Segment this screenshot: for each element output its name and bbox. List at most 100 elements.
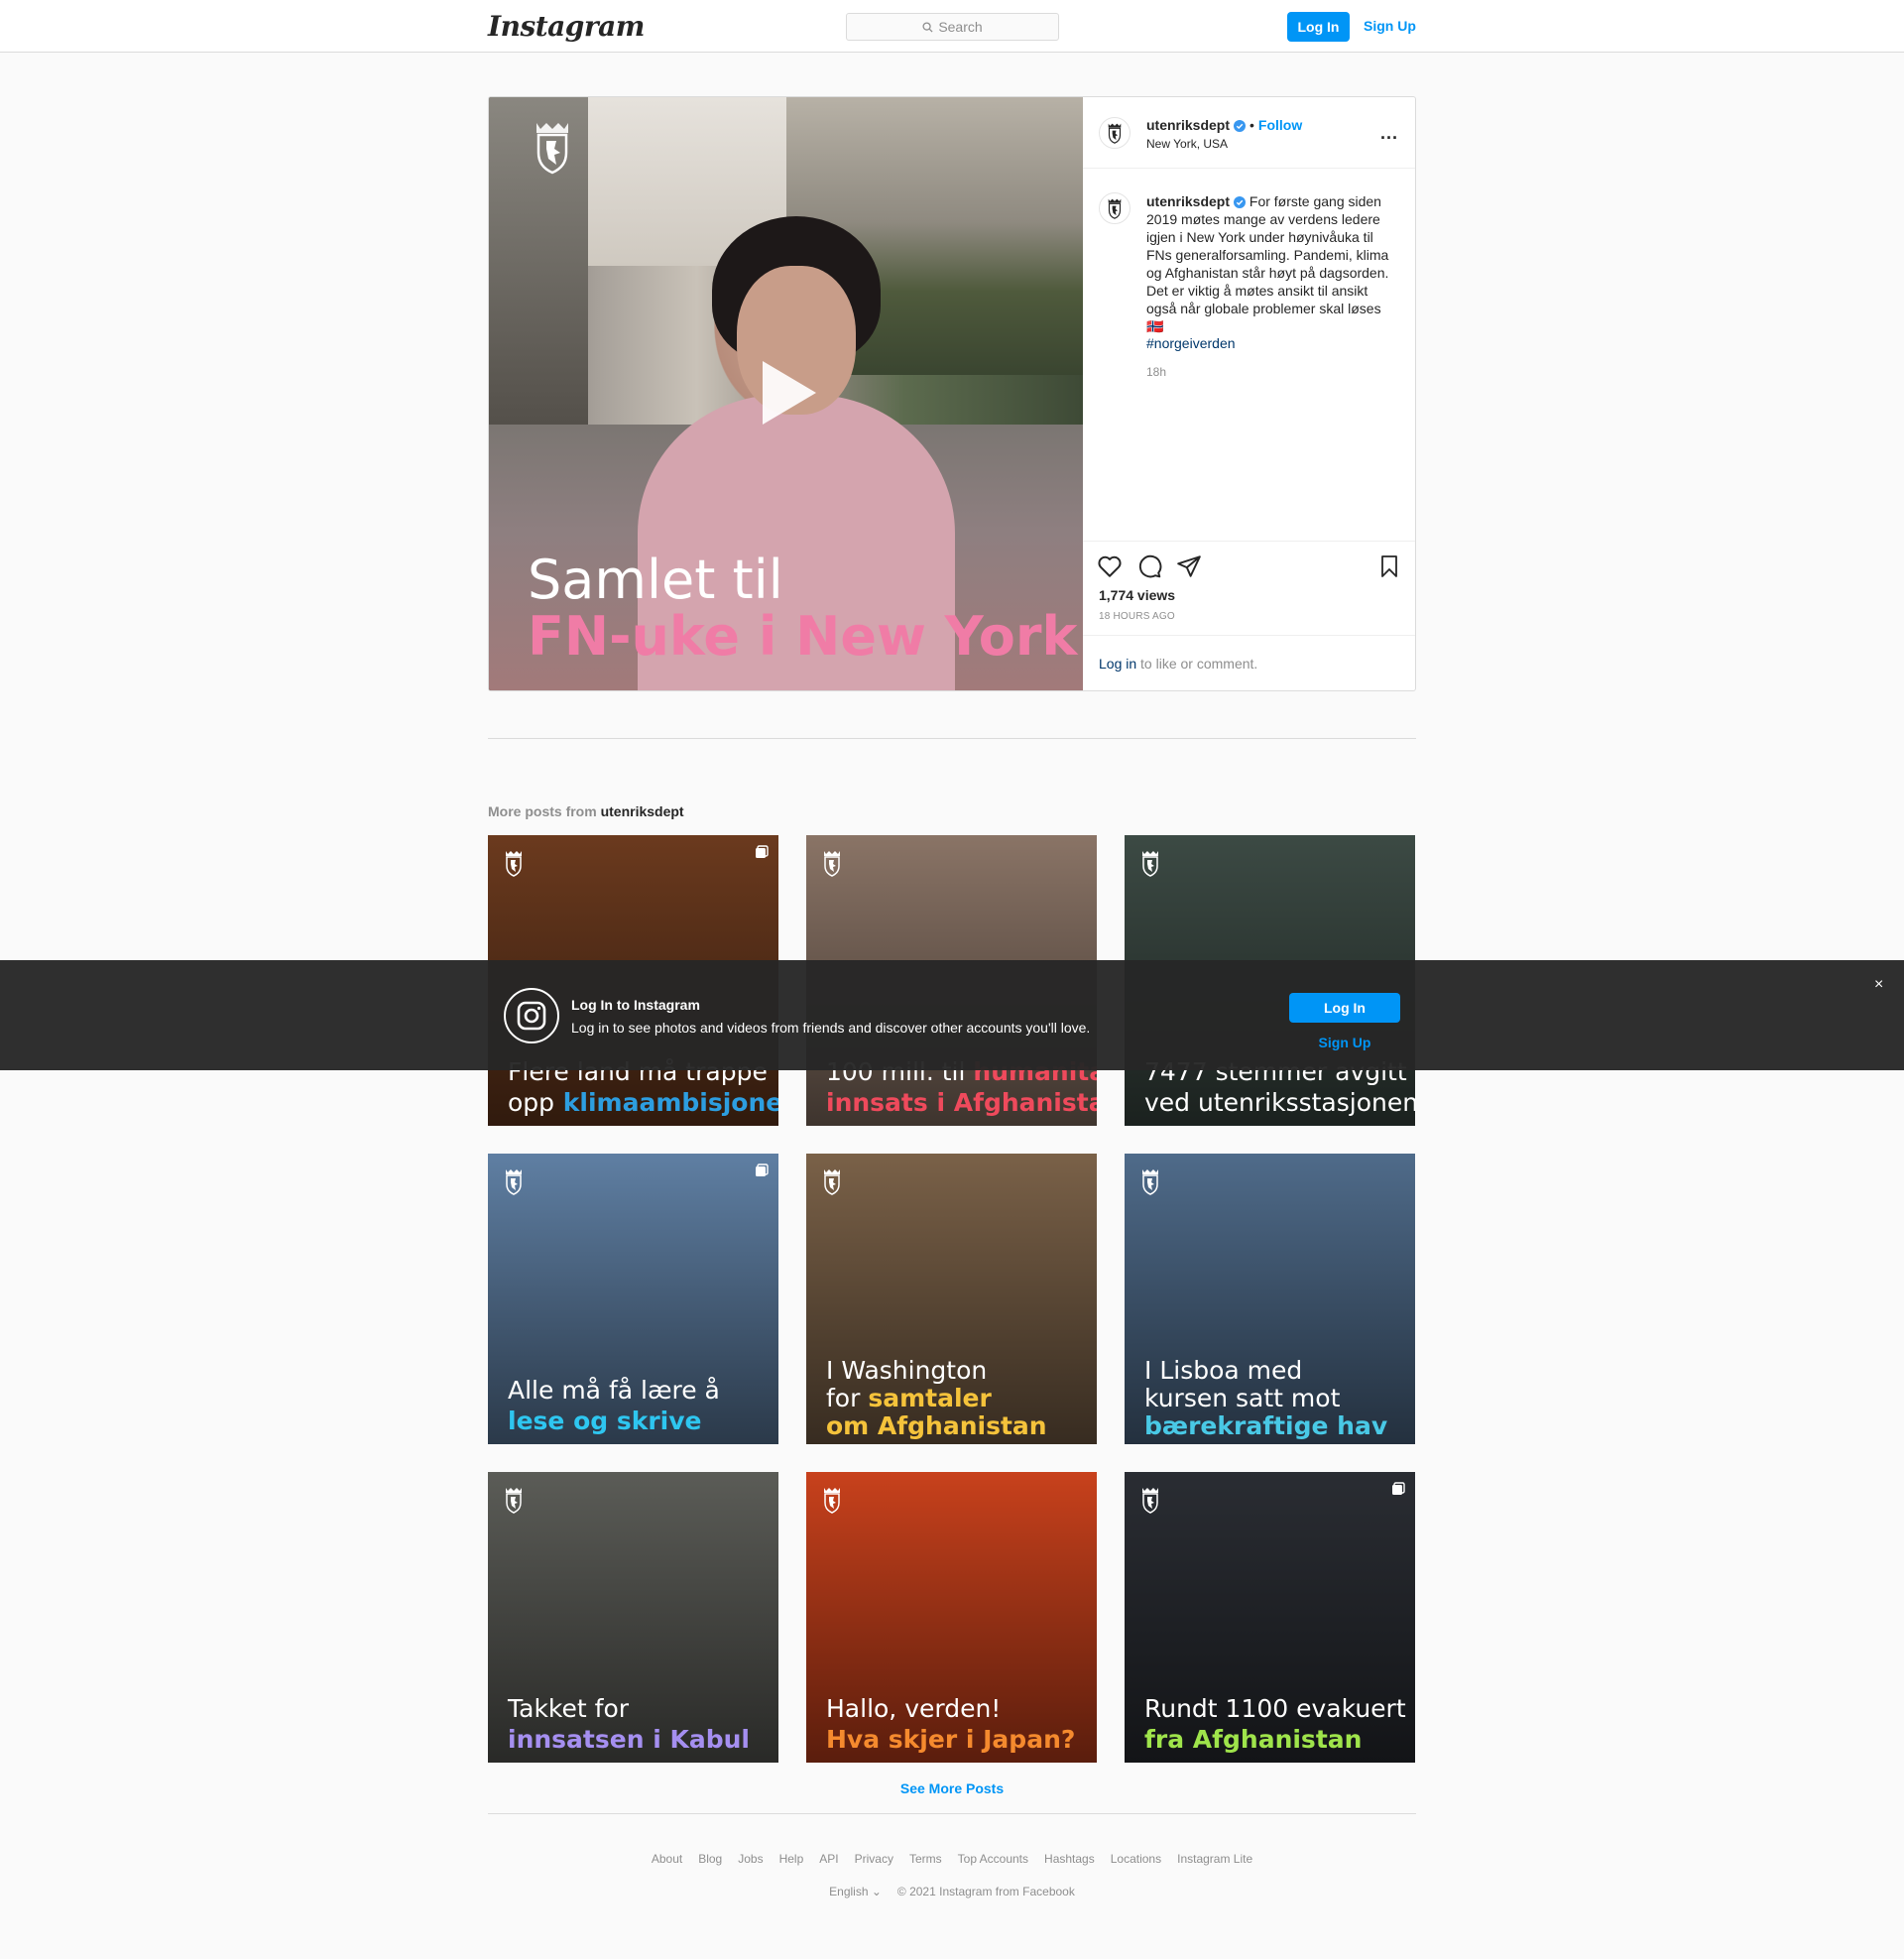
header-signup-link[interactable]: Sign Up: [1364, 18, 1416, 34]
instagram-camera-icon: [504, 988, 559, 1043]
thumbnail-caption-line2: ved utenriksstasjonene: [1144, 1088, 1415, 1117]
banner-login-button[interactable]: Log In: [1289, 993, 1400, 1023]
login-banner-title: Log In to Instagram: [571, 997, 700, 1013]
footer-link-instagram-lite[interactable]: Instagram Lite: [1177, 1852, 1252, 1866]
see-more-posts-button[interactable]: See More Posts: [0, 1780, 1904, 1796]
norway-coat-of-arms-icon: [824, 851, 840, 877]
thumbnail-caption-line1: Hallo, verden!: [826, 1694, 1002, 1723]
top-nav-bar: Instagram Search Log In Sign Up: [0, 0, 1904, 53]
thumbnail-caption-line2: Hva skjer i Japan?: [826, 1725, 1076, 1754]
thumbnail-caption-line2: opp klimaambisjonene: [508, 1088, 778, 1117]
post-location[interactable]: New York, USA: [1146, 137, 1228, 151]
footer-link-help[interactable]: Help: [779, 1852, 804, 1866]
login-link[interactable]: Log in: [1099, 656, 1136, 672]
instagram-logo[interactable]: Instagram: [488, 10, 645, 43]
footer-link-terms[interactable]: Terms: [909, 1852, 942, 1866]
multi-post-icon: [755, 845, 769, 864]
follow-button[interactable]: Follow: [1258, 117, 1302, 133]
thumbnail-caption-line1: I Lisboa med: [1144, 1356, 1303, 1385]
footer-link-privacy[interactable]: Privacy: [855, 1852, 893, 1866]
login-banner: Log In to Instagram Log in to see photos…: [0, 960, 1904, 1070]
footer-links: About Blog Jobs Help API Privacy Terms T…: [0, 1852, 1904, 1866]
caption-avatar[interactable]: [1099, 192, 1130, 224]
post-caption: utenriksdept For første gang siden 2019 …: [1146, 192, 1400, 335]
thumbnail-caption-line2: innsats i Afghanistan: [826, 1088, 1097, 1117]
footer-bottom: English ⌄ © 2021 Instagram from Facebook: [0, 1885, 1904, 1898]
caption-username[interactable]: utenriksdept: [1146, 193, 1230, 209]
norway-coat-of-arms-icon: [506, 1488, 522, 1514]
post-thumbnail[interactable]: I Washington for samtaler om Afghanistan: [806, 1154, 1097, 1444]
divider: [488, 738, 1416, 739]
more-posts-heading: More posts from utenriksdept: [488, 803, 684, 819]
post-thumbnail[interactable]: Hallo, verden! Hva skjer i Japan?: [806, 1472, 1097, 1763]
post-card: Samlet til FN-uke i New York utenriksdep…: [488, 96, 1416, 691]
post-author: utenriksdept • Follow: [1146, 117, 1303, 133]
norway-coat-of-arms-icon: [1108, 123, 1122, 144]
header-login-button[interactable]: Log In: [1287, 12, 1350, 42]
caption-text: For første gang siden 2019 møtes mange a…: [1146, 193, 1389, 334]
footer-link-top-accounts[interactable]: Top Accounts: [958, 1852, 1028, 1866]
footer-link-blog[interactable]: Blog: [698, 1852, 722, 1866]
post-thumbnail[interactable]: Alle må få lære å lese og skrive: [488, 1154, 778, 1444]
login-suffix-text: to like or comment.: [1136, 656, 1258, 672]
norway-coat-of-arms-icon: [536, 123, 568, 175]
post-thumbnail[interactable]: I Lisboa med kursen satt mot bærekraftige …: [1125, 1154, 1415, 1444]
divider: [488, 1813, 1416, 1814]
hashtag-link[interactable]: #norgeiverden: [1146, 335, 1236, 351]
post-thumbnail[interactable]: Takket for innsatsen i Kabul: [488, 1472, 778, 1763]
norway-coat-of-arms-icon: [824, 1169, 840, 1195]
verified-badge-icon: [1234, 196, 1247, 208]
more-posts-username[interactable]: utenriksdept: [601, 803, 684, 819]
more-options-icon[interactable]: ...: [1380, 123, 1398, 144]
avatar[interactable]: [1099, 117, 1130, 149]
banner-signup-link[interactable]: Sign Up: [1289, 1035, 1400, 1050]
thumbnail-caption-line1: I Washington: [826, 1356, 988, 1385]
verified-badge-icon: [1234, 120, 1247, 132]
post-time-short[interactable]: 18h: [1146, 365, 1166, 379]
norway-coat-of-arms-icon: [1142, 851, 1158, 877]
footer-link-about[interactable]: About: [652, 1852, 682, 1866]
norway-coat-of-arms-icon: [1108, 198, 1122, 219]
search-placeholder: Search: [938, 19, 983, 35]
thumbnail-caption-line-middle: for samtaler: [826, 1384, 992, 1412]
thumbnail-caption-line1: Rundt 1100 evakuert: [1144, 1694, 1406, 1723]
norway-coat-of-arms-icon: [506, 851, 522, 877]
post-actions: 1,774 views 18 HOURS AGO Log in to like …: [1083, 541, 1415, 690]
post-time-long[interactable]: 18 HOURS AGO: [1099, 611, 1175, 622]
thumbnail-caption-line2: fra Afghanistan: [1144, 1725, 1363, 1754]
thumbnail-caption-line2: lese og skrive: [508, 1407, 702, 1435]
post-sidebar: utenriksdept • Follow New York, USA ... ut…: [1083, 97, 1415, 690]
login-banner-subtitle: Log in to see photos and videos from fri…: [571, 1020, 1091, 1036]
search-input[interactable]: Search: [846, 13, 1059, 41]
chevron-down-icon: ⌄: [871, 1885, 882, 1898]
footer-link-api[interactable]: API: [819, 1852, 838, 1866]
norway-coat-of-arms-icon: [824, 1488, 840, 1514]
comment-icon[interactable]: [1136, 553, 1162, 579]
play-icon[interactable]: [755, 357, 820, 429]
video-caption-line2: FN-uke i New York: [528, 605, 1078, 668]
post-video[interactable]: Samlet til FN-uke i New York: [489, 97, 1083, 690]
thumbnail-caption-line1: Alle må få lære å: [508, 1376, 720, 1405]
view-count[interactable]: 1,774 views: [1099, 587, 1175, 603]
multi-post-icon: [1391, 1482, 1405, 1501]
share-icon[interactable]: [1176, 553, 1202, 579]
post-header: utenriksdept • Follow New York, USA ...: [1083, 97, 1415, 169]
norway-coat-of-arms-icon: [1142, 1169, 1158, 1195]
post-thumbnail[interactable]: Rundt 1100 evakuert fra Afghanistan: [1125, 1472, 1415, 1763]
language-select[interactable]: English ⌄: [829, 1885, 882, 1898]
norway-coat-of-arms-icon: [506, 1169, 522, 1195]
close-icon[interactable]: ×: [1874, 976, 1883, 994]
norway-coat-of-arms-icon: [1142, 1488, 1158, 1514]
thumbnail-caption-line2: innsatsen i Kabul: [508, 1725, 750, 1754]
thumbnail-caption-line1: Takket for: [508, 1694, 630, 1723]
bookmark-icon[interactable]: [1377, 553, 1401, 579]
footer-link-locations[interactable]: Locations: [1111, 1852, 1161, 1866]
copyright: © 2021 Instagram from Facebook: [896, 1885, 1075, 1898]
heart-icon[interactable]: [1097, 553, 1123, 579]
search-icon: [922, 21, 933, 33]
footer-link-jobs[interactable]: Jobs: [738, 1852, 763, 1866]
username-link[interactable]: utenriksdept: [1146, 117, 1230, 133]
thumbnail-caption-line2: bærekraftige hav: [1144, 1411, 1388, 1440]
footer-link-hashtags[interactable]: Hashtags: [1044, 1852, 1095, 1866]
thumbnail-caption-line2: om Afghanistan: [826, 1411, 1047, 1440]
